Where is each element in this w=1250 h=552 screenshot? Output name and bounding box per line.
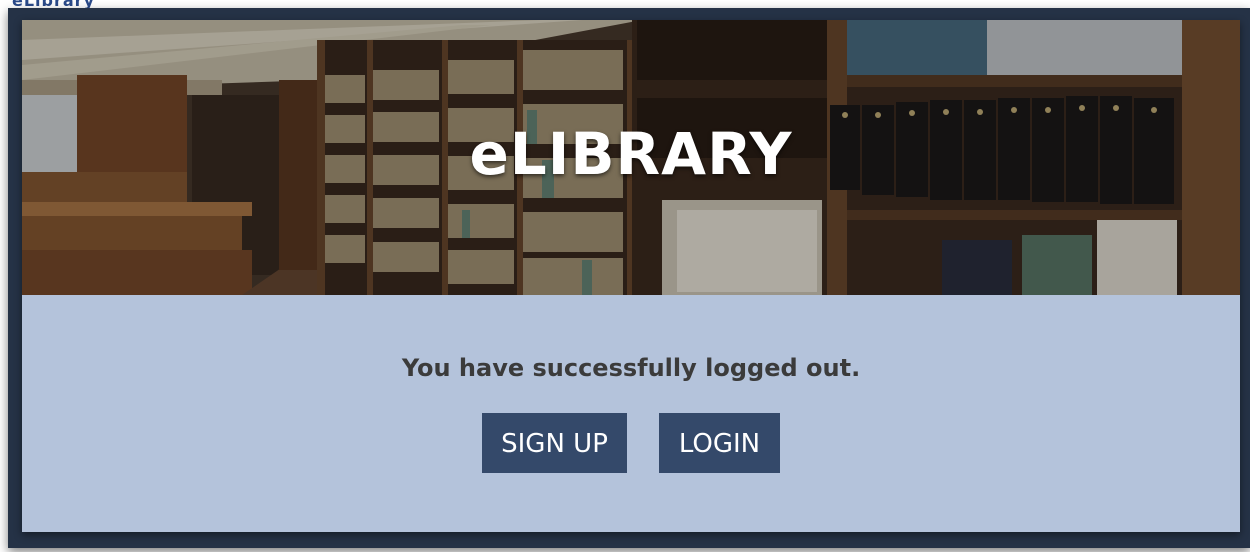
site-title: eLIBRARY — [469, 120, 793, 188]
sign-up-button[interactable]: SIGN UP — [482, 413, 627, 473]
page-frame: eLIBRARY You have successfully logged ou… — [8, 8, 1250, 548]
login-button[interactable]: LOGIN — [659, 413, 780, 473]
hero-banner: eLIBRARY — [22, 20, 1240, 295]
logout-message: You have successfully logged out. — [401, 354, 861, 382]
logout-card: eLIBRARY You have successfully logged ou… — [22, 20, 1240, 532]
header-title-fragment: eLibrary — [12, 0, 95, 8]
top-header-strip: eLibrary — [0, 0, 1250, 8]
